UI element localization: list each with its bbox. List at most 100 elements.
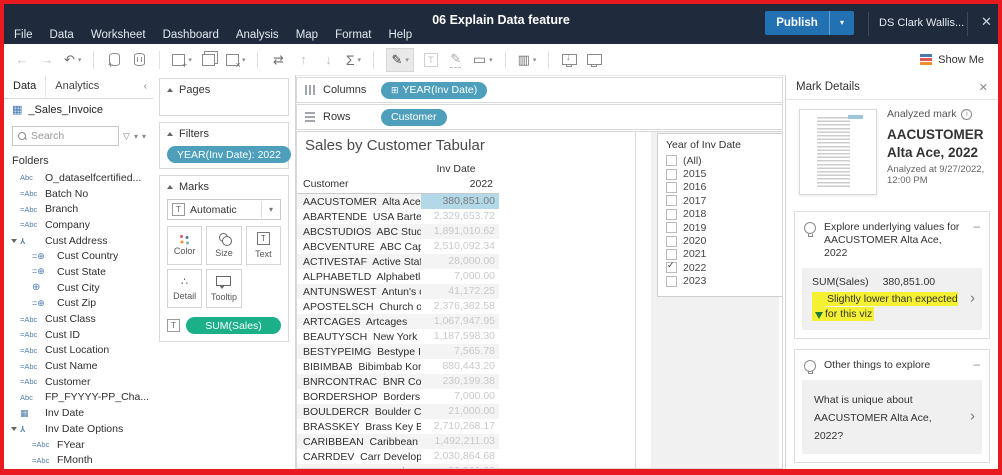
field-row[interactable]: Branch: [4, 201, 153, 217]
field-row[interactable]: Cust Zip: [4, 296, 153, 312]
field-row[interactable]: Cust Location: [4, 343, 153, 359]
field-row[interactable]: Cust Country: [4, 248, 153, 264]
tab-analytics[interactable]: Analytics: [45, 76, 108, 97]
year-filter-item[interactable]: 2022: [666, 261, 774, 274]
collapse-pane-icon[interactable]: ‹: [138, 81, 153, 92]
mark-details-close-icon[interactable]: ✕: [979, 81, 988, 94]
menu-item[interactable]: Worksheet: [91, 29, 146, 41]
explore-values-header[interactable]: Explore underlying values for AACUSTOMER…: [795, 212, 989, 268]
new-data-source-icon[interactable]: [106, 50, 122, 70]
collapse-section-icon[interactable]: –: [973, 359, 980, 369]
filter-fields-icon[interactable]: ▽: [123, 131, 130, 142]
sales-value-cell[interactable]: 1,891,010.62: [421, 224, 499, 239]
field-row[interactable]: Cust City: [4, 280, 153, 296]
sales-value-cell[interactable]: 2,710,268.17: [421, 419, 499, 434]
field-row[interactable]: FMonth: [4, 452, 153, 468]
show-mark-labels-icon[interactable]: [423, 50, 439, 70]
tooltip-button[interactable]: Tooltip: [206, 269, 241, 308]
menu-item[interactable]: Map: [296, 29, 318, 41]
checkbox[interactable]: [666, 276, 677, 287]
checkbox[interactable]: [666, 209, 677, 220]
unique-question-card[interactable]: What is unique about AACUSTOMER Alta Ace…: [802, 380, 982, 454]
sales-value-cell[interactable]: 7,000.00: [421, 389, 499, 404]
totals-icon[interactable]: [345, 50, 361, 70]
sales-value-cell[interactable]: 380,851.00: [421, 194, 499, 209]
customer-cell[interactable]: ABCVENTURE ABC Capita..: [297, 241, 421, 253]
sort-descending-icon[interactable]: [320, 50, 336, 70]
field-row[interactable]: Cust ID: [4, 327, 153, 343]
sum-sales-pill[interactable]: SUM(Sales): [186, 317, 281, 334]
rows-shelf[interactable]: Rows Customer: [296, 104, 783, 130]
field-row[interactable]: Inv Date Options: [4, 421, 153, 437]
text-button[interactable]: TText: [246, 226, 281, 265]
columns-pill-year-inv-date[interactable]: ⊞YEAR(Inv Date): [381, 82, 487, 99]
sales-value-cell[interactable]: 1,187,598.30: [421, 329, 499, 344]
customer-cell[interactable]: BNRCONTRAC BNR Contr..: [297, 376, 421, 388]
data-source-row[interactable]: ▦ _Sales_Invoice: [4, 99, 153, 121]
field-row[interactable]: FP_FYYYY-PP_Cha...: [4, 390, 153, 406]
collapse-section-icon[interactable]: –: [973, 221, 980, 231]
customer-cell[interactable]: ANTUNSWEST Antun's of..: [297, 286, 421, 298]
sales-value-cell[interactable]: 2,510,092.34: [421, 239, 499, 254]
customer-cell[interactable]: BIBIMBAB Bibimbab Kor..: [297, 361, 421, 373]
duplicate-sheet-icon[interactable]: [201, 50, 217, 70]
checkbox[interactable]: [666, 236, 677, 247]
field-row[interactable]: O_dataselfcertified...: [4, 170, 153, 186]
sales-value-cell[interactable]: 2,329,653.72: [421, 209, 499, 224]
sales-value-cell[interactable]: 2,030,864.68: [421, 449, 499, 464]
customer-cell[interactable]: ABCSTUDIOS ABC Studio..: [297, 226, 421, 238]
field-row[interactable]: Cust Address: [4, 233, 153, 249]
field-row[interactable]: Cust Class: [4, 311, 153, 327]
clear-sheet-icon[interactable]: [226, 50, 246, 70]
labels-icon[interactable]: [518, 50, 537, 70]
new-worksheet-icon[interactable]: [172, 50, 192, 70]
presentation-mode-icon[interactable]: [586, 50, 602, 70]
sum-sales-insight-card[interactable]: SUM(Sales) 380,851.00 Slightly lower tha…: [802, 268, 982, 329]
customer-cell[interactable]: CARRDEV Carr Developm..: [297, 451, 421, 463]
field-row[interactable]: Company: [4, 217, 153, 233]
show-me-button[interactable]: Show Me: [920, 54, 984, 66]
checkbox[interactable]: [666, 195, 677, 206]
year-filter-item[interactable]: 2015: [666, 167, 774, 180]
menu-item[interactable]: Help: [388, 29, 412, 41]
filter-caret-icon[interactable]: ▾: [134, 132, 138, 141]
year-filter-item[interactable]: 2016: [666, 181, 774, 194]
expand-caret-icon[interactable]: [11, 427, 20, 431]
row-header-customer[interactable]: Customer: [303, 178, 349, 190]
customer-cell[interactable]: AACUSTOMER Alta Ace: [297, 196, 421, 208]
menu-item[interactable]: Data: [50, 29, 74, 41]
columns-shelf[interactable]: Columns ⊞YEAR(Inv Date): [296, 77, 783, 103]
menu-item[interactable]: Dashboard: [163, 29, 219, 41]
forward-icon[interactable]: [39, 50, 55, 70]
rows-pill-customer[interactable]: Customer: [381, 109, 447, 126]
open-insight-chevron-icon[interactable]: ›: [970, 290, 975, 307]
year-filter-item[interactable]: 2020: [666, 234, 774, 247]
field-row[interactable]: Cust Name: [4, 358, 153, 374]
customer-cell[interactable]: CARIBBEAN Caribbean S..: [297, 436, 421, 448]
sort-ascending-icon[interactable]: [295, 50, 311, 70]
publish-button[interactable]: Publish ▾: [765, 11, 854, 35]
customer-cell[interactable]: BORDERSHOP Borders B..: [297, 391, 421, 403]
filter-pill-year-inv-date[interactable]: YEAR(Inv Date): 2022: [167, 146, 291, 163]
sales-value-cell[interactable]: 2,376,382.58: [421, 299, 499, 314]
filters-header[interactable]: Filters: [167, 128, 281, 140]
marks-header[interactable]: Marks: [167, 181, 281, 193]
highlight-icon[interactable]: [386, 48, 413, 72]
sales-value-cell[interactable]: 21,000.00: [421, 404, 499, 419]
customer-cell[interactable]: CASHCONNEC Cash Conn..: [297, 466, 421, 470]
column-header-2022[interactable]: 2022: [415, 178, 493, 190]
checkbox[interactable]: [666, 222, 677, 233]
sales-value-cell[interactable]: 230,199.38: [421, 374, 499, 389]
sales-value-cell[interactable]: 1,492,211.03: [421, 434, 499, 449]
checkbox[interactable]: [666, 249, 677, 260]
year-filter-item[interactable]: 2019: [666, 221, 774, 234]
fit-icon[interactable]: [473, 50, 493, 70]
color-button[interactable]: Color: [167, 226, 202, 265]
customer-cell[interactable]: BESTYPEIMG Bestype Im..: [297, 346, 421, 358]
annotate-icon[interactable]: [448, 50, 464, 70]
sales-value-cell[interactable]: 7,000.00: [421, 269, 499, 284]
checkbox[interactable]: [666, 262, 677, 273]
field-row[interactable]: Batch No: [4, 186, 153, 202]
year-filter-item[interactable]: 2021: [666, 248, 774, 261]
customer-cell[interactable]: BRASSKEY Brass Key Bar: [297, 421, 421, 433]
